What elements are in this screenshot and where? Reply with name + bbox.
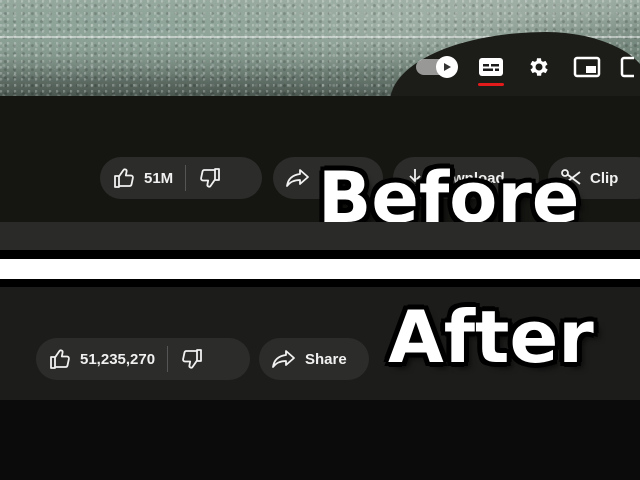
miniplayer-button[interactable] <box>572 52 602 82</box>
after-dislike-button[interactable] <box>168 338 216 380</box>
share-icon <box>285 167 311 189</box>
after-share-content: Share <box>259 338 359 380</box>
before-clip-label: Clip <box>590 169 619 187</box>
thumbs-down-icon <box>198 166 222 190</box>
after-like-dislike-pill: 51,235,270 <box>36 338 250 380</box>
gear-icon <box>527 55 551 79</box>
thumbs-up-icon <box>112 166 136 190</box>
after-share-button[interactable]: Share <box>259 338 369 380</box>
divider-black-top <box>0 250 640 259</box>
before-dislike-button[interactable] <box>186 157 234 199</box>
after-label: After <box>388 295 594 379</box>
miniplayer-icon <box>573 56 601 78</box>
share-icon <box>271 348 297 370</box>
panel-gap <box>0 222 640 250</box>
before-like-button[interactable]: 51M <box>100 157 185 199</box>
settings-button[interactable] <box>524 52 554 82</box>
thumbs-down-icon <box>180 347 204 371</box>
after-share-label: Share <box>305 350 347 368</box>
before-like-dislike-pill: 51M <box>100 157 262 199</box>
divider-black-bottom <box>0 279 640 287</box>
subtitles-button[interactable] <box>476 52 506 86</box>
divider-white-stripe <box>0 259 640 279</box>
play-icon <box>436 56 458 78</box>
theater-icon <box>620 56 634 78</box>
theater-button[interactable] <box>620 52 634 82</box>
before-like-count: 51M <box>144 169 174 187</box>
autoplay-track <box>416 56 458 78</box>
bottom-area <box>0 400 640 480</box>
after-like-button[interactable]: 51,235,270 <box>36 338 167 380</box>
video-player[interactable] <box>0 0 640 96</box>
autoplay-toggle[interactable] <box>414 52 458 82</box>
subtitles-icon <box>478 57 504 77</box>
thumbs-up-icon <box>48 347 72 371</box>
player-controls <box>414 50 640 86</box>
subtitles-active-indicator <box>478 83 504 86</box>
after-like-count: 51,235,270 <box>80 350 156 368</box>
